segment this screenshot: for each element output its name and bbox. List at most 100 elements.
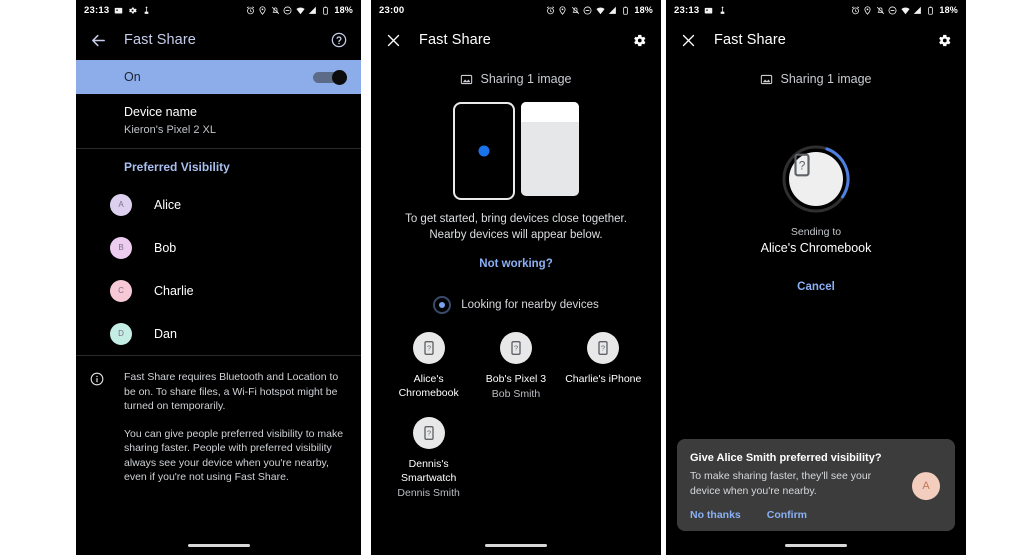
preferred-visibility-snackbar: Give Alice Smith preferred visibility? T… bbox=[677, 439, 955, 531]
gesture-nav-pill[interactable] bbox=[187, 543, 250, 547]
radio-selected-icon bbox=[433, 296, 452, 314]
device-tile-alices-chromebook[interactable]: ? Alice's Chromebook bbox=[385, 332, 472, 401]
battery-percent: 18% bbox=[939, 5, 958, 15]
page-title: Fast Share bbox=[124, 32, 196, 48]
avatar: B bbox=[110, 236, 132, 259]
location-icon bbox=[258, 5, 267, 15]
svg-text:?: ? bbox=[427, 429, 431, 438]
not-working-link[interactable]: Not working? bbox=[371, 258, 661, 270]
sending-device-illustration bbox=[453, 102, 515, 200]
info-section: Fast Share requires Bluetooth and Locati… bbox=[76, 356, 361, 498]
alarm-icon bbox=[246, 5, 255, 15]
svg-text:?: ? bbox=[427, 344, 431, 353]
svg-text:?: ? bbox=[601, 344, 605, 353]
gesture-nav-pill[interactable] bbox=[785, 543, 847, 547]
do-not-disturb-icon bbox=[583, 6, 592, 15]
gear-icon bbox=[128, 6, 137, 15]
contact-row-bob[interactable]: B Bob bbox=[76, 226, 361, 269]
contact-name: Dan bbox=[154, 326, 177, 341]
blue-dot-icon bbox=[478, 145, 490, 157]
status-bar-time: 23:13 bbox=[674, 4, 700, 16]
instructions-line-1: To get started, bring devices close toge… bbox=[405, 213, 627, 225]
gesture-nav-pill[interactable] bbox=[485, 543, 547, 547]
usb-icon bbox=[142, 6, 151, 15]
contact-row-alice[interactable]: A Alice bbox=[76, 183, 361, 226]
instructions: To get started, bring devices close toge… bbox=[371, 211, 661, 243]
device-name: Bob's Pixel 3 bbox=[485, 373, 547, 385]
receiving-device-illustration bbox=[521, 102, 579, 196]
fast-share-switch[interactable] bbox=[313, 69, 347, 85]
close-icon[interactable] bbox=[678, 30, 698, 50]
status-bar: 23:13 18% bbox=[666, 0, 966, 20]
contact-row-dan[interactable]: D Dan bbox=[76, 312, 361, 355]
svg-text:?: ? bbox=[514, 344, 518, 353]
device-name: Charlie's iPhone bbox=[565, 373, 642, 385]
image-icon bbox=[460, 73, 473, 86]
info-text: Fast Share requires Bluetooth and Locati… bbox=[124, 370, 349, 498]
battery-icon bbox=[321, 6, 330, 15]
alarm-icon bbox=[851, 5, 860, 15]
avatar: A bbox=[912, 472, 940, 501]
sharing-status: Sharing 1 image bbox=[371, 60, 661, 86]
sharing-label: Sharing 1 image bbox=[780, 72, 872, 86]
avatar: A bbox=[110, 193, 132, 216]
contact-row-charlie[interactable]: C Charlie bbox=[76, 269, 361, 312]
do-not-disturb-icon bbox=[283, 6, 292, 15]
battery-icon bbox=[926, 6, 935, 15]
location-icon bbox=[558, 5, 567, 15]
no-thanks-button[interactable]: No thanks bbox=[690, 509, 741, 521]
device-name-row[interactable]: Device name Kieron's Pixel 2 XL bbox=[76, 94, 361, 148]
nearby-devices-grid: ? Alice's Chromebook ? Bob's Pixel 3 Bob… bbox=[371, 314, 661, 516]
page-title: Fast Share bbox=[419, 32, 491, 48]
help-icon[interactable] bbox=[329, 30, 349, 50]
status-bar: 23:00 18% bbox=[371, 0, 661, 20]
battery-percent: 18% bbox=[634, 5, 653, 15]
device-name-label: Device name bbox=[124, 105, 197, 119]
sharing-label: Sharing 1 image bbox=[480, 72, 572, 86]
snackbar-title: Give Alice Smith preferred visibility? bbox=[690, 452, 882, 464]
cellular-icon bbox=[913, 6, 922, 15]
gear-icon[interactable] bbox=[629, 30, 649, 50]
avatar: D bbox=[110, 322, 132, 345]
device-owner: Dennis Smith bbox=[397, 487, 460, 499]
unknown-device-icon: ? bbox=[587, 332, 620, 364]
toggle-label: On bbox=[124, 70, 141, 84]
wifi-icon bbox=[596, 6, 605, 15]
snackbar-actions: No thanks Confirm bbox=[690, 509, 942, 521]
looking-label: Looking for nearby devices bbox=[461, 299, 599, 311]
device-tile-denniss-smartwatch[interactable]: ? Dennis's Smartwatch Dennis Smith bbox=[385, 417, 472, 500]
gear-icon[interactable] bbox=[934, 30, 954, 50]
contact-name: Alice bbox=[154, 197, 182, 212]
bell-muted-icon bbox=[876, 6, 885, 15]
info-paragraph-2: You can give people preferred visibility… bbox=[124, 427, 344, 484]
back-arrow-icon[interactable] bbox=[88, 30, 108, 50]
close-icon[interactable] bbox=[383, 30, 403, 50]
screenshot-icon bbox=[114, 6, 123, 15]
wifi-icon bbox=[901, 6, 910, 15]
cancel-button[interactable]: Cancel bbox=[797, 281, 835, 293]
usb-icon bbox=[718, 6, 727, 15]
confirm-button[interactable]: Confirm bbox=[767, 509, 807, 521]
device-owner: Bob Smith bbox=[491, 388, 541, 400]
contact-name: Charlie bbox=[154, 283, 194, 298]
app-bar: Fast Share bbox=[666, 20, 966, 60]
battery-icon bbox=[621, 6, 630, 15]
sending-to-label: Sending to bbox=[790, 226, 842, 238]
contact-name: Bob bbox=[154, 240, 177, 255]
status-bar: 23:13 18% bbox=[76, 0, 361, 20]
switch-thumb bbox=[332, 69, 347, 85]
unknown-device-icon: ? bbox=[412, 417, 445, 449]
device-tile-charlies-iphone[interactable]: ? Charlie's iPhone bbox=[560, 332, 647, 401]
svg-text:?: ? bbox=[799, 158, 806, 172]
device-name: Alice's Chromebook bbox=[398, 373, 459, 399]
device-name-value: Kieron's Pixel 2 XL bbox=[124, 124, 216, 136]
sharing-status: Sharing 1 image bbox=[666, 60, 966, 86]
unknown-device-icon: ? bbox=[789, 152, 843, 206]
fast-share-toggle-row[interactable]: On bbox=[76, 60, 361, 94]
unknown-device-icon: ? bbox=[412, 332, 445, 364]
bell-muted-icon bbox=[571, 6, 580, 15]
screenshot-icon bbox=[704, 6, 713, 15]
snackbar-body: To make sharing faster, they'll see your… bbox=[690, 470, 872, 497]
device-tile-bobs-pixel-3[interactable]: ? Bob's Pixel 3 Bob Smith bbox=[472, 332, 559, 401]
panel-fast-share-sending: 23:13 18% Fast Share Sharing 1 image ? S… bbox=[666, 0, 966, 555]
